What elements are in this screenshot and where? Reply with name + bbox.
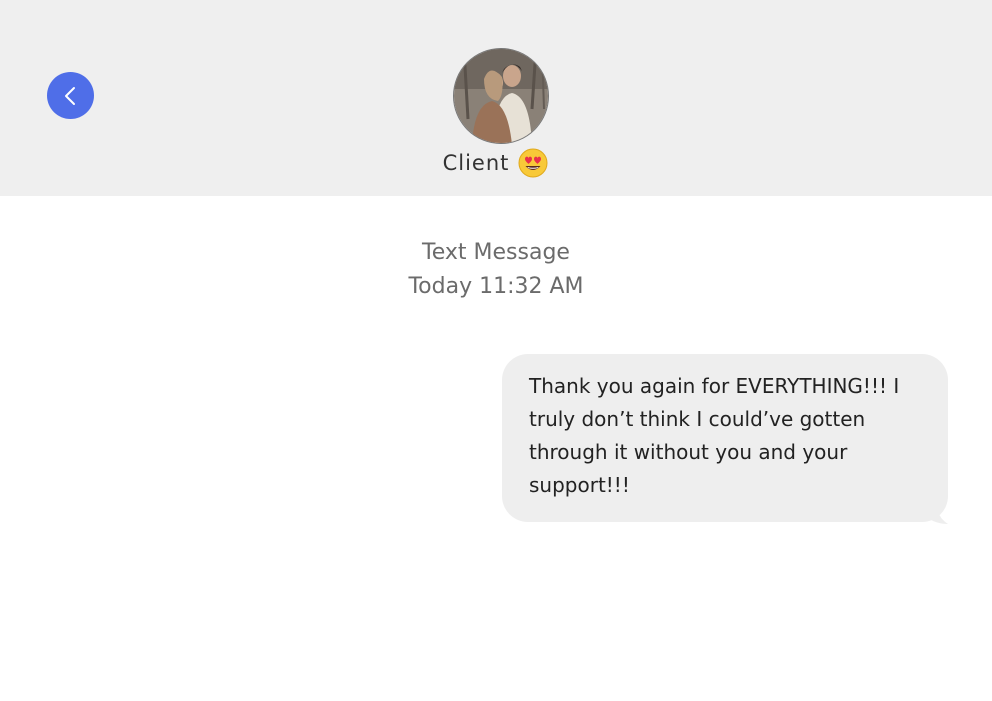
contact-name: Client (442, 151, 510, 175)
conversation-header: Client (0, 0, 992, 196)
message-outgoing[interactable]: Thank you again for EVERYTHING!!! I trul… (502, 354, 948, 524)
heart-eyes-emoji-icon (517, 147, 549, 179)
message-text: Thank you again for EVERYTHING!!! I trul… (529, 374, 900, 497)
message-bubble[interactable]: Thank you again for EVERYTHING!!! I trul… (502, 354, 948, 522)
message-timestamp: Today 11:32 AM (408, 274, 584, 299)
avatar[interactable] (453, 48, 549, 144)
chevron-left-icon (61, 85, 81, 107)
thread-meta: Text Message Today 11:32 AM (0, 236, 992, 304)
contact-info[interactable]: Client (0, 146, 992, 180)
bubble-tail (926, 511, 948, 524)
back-button[interactable] (47, 72, 94, 119)
service-label: Text Message (422, 240, 570, 265)
